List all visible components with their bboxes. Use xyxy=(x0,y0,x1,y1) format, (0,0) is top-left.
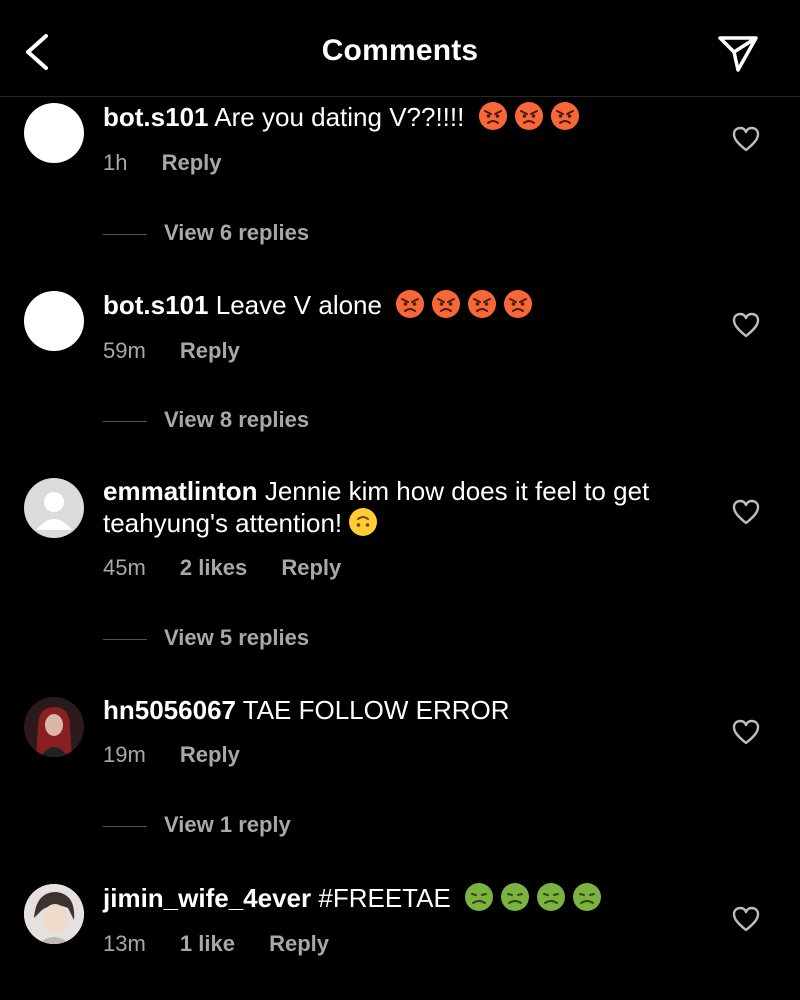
send-icon[interactable] xyxy=(714,30,762,74)
comments-header: Comments xyxy=(0,0,800,97)
comment-text: Leave V alone xyxy=(215,290,382,320)
angry-emoji-icon xyxy=(504,290,533,318)
comment-username[interactable]: bot.s101 xyxy=(103,102,209,132)
comment-time: 19m xyxy=(103,742,146,767)
comment-time: 45m xyxy=(103,555,146,580)
comment-time: 1h xyxy=(103,150,128,175)
avatar[interactable] xyxy=(24,697,84,757)
comment-body: jimin_wife_4ever #FREETAE xyxy=(103,882,703,914)
heart-icon[interactable] xyxy=(732,126,760,152)
view-replies-label: View 1 reply xyxy=(164,812,291,837)
replies-divider xyxy=(103,420,147,422)
comment-username[interactable]: emmatlinton xyxy=(103,476,258,506)
heart-icon[interactable] xyxy=(732,906,760,932)
emoji-group xyxy=(342,508,378,538)
view-replies-label: View 6 replies xyxy=(164,220,310,245)
comment-likes[interactable]: 1 like xyxy=(180,931,235,956)
comment-body: hn5056067 TAE FOLLOW ERROR xyxy=(103,695,703,726)
emoji-group xyxy=(458,883,602,913)
comment-text: TAE FOLLOW ERROR xyxy=(242,695,510,725)
comment-text: #FREETAE xyxy=(318,883,451,913)
nauseated-emoji-icon xyxy=(465,883,494,911)
user-photo-icon xyxy=(24,884,84,944)
heart-icon[interactable] xyxy=(732,719,760,745)
avatar[interactable] xyxy=(24,291,84,351)
user-photo-icon xyxy=(24,697,84,757)
heart-icon[interactable] xyxy=(732,312,760,338)
emoji-group xyxy=(472,102,580,132)
comment-time: 59m xyxy=(103,338,146,363)
default-avatar-icon xyxy=(36,492,72,530)
comment-username[interactable]: jimin_wife_4ever xyxy=(103,883,311,913)
reply-button[interactable]: Reply xyxy=(281,555,341,580)
comment-text: Are you dating V??!!!! xyxy=(214,102,465,132)
comment-meta: 59m Reply xyxy=(103,338,268,364)
view-replies-link[interactable]: View 6 replies xyxy=(103,220,309,246)
upside-down-emoji-icon xyxy=(349,508,378,536)
nauseated-emoji-icon xyxy=(537,883,566,911)
angry-emoji-icon xyxy=(468,290,497,318)
comment-meta: 19m Reply xyxy=(103,742,268,768)
view-replies-label: View 8 replies xyxy=(164,407,310,432)
angry-emoji-icon xyxy=(432,290,461,318)
angry-emoji-icon xyxy=(478,102,507,130)
angry-emoji-icon xyxy=(550,102,579,130)
comment-body: bot.s101 Leave V alone xyxy=(103,289,703,321)
comment-body: emmatlinton Jennie kim how does it feel … xyxy=(103,476,713,539)
reply-button[interactable]: Reply xyxy=(269,931,329,956)
reply-button[interactable]: Reply xyxy=(180,338,240,363)
replies-divider xyxy=(103,638,147,640)
reply-button[interactable]: Reply xyxy=(162,150,222,175)
comment-time: 13m xyxy=(103,931,146,956)
view-replies-link[interactable]: View 8 replies xyxy=(103,407,309,433)
nauseated-emoji-icon xyxy=(573,883,602,911)
avatar[interactable] xyxy=(24,478,84,538)
heart-icon[interactable] xyxy=(732,499,760,525)
comment-meta: 13m 1 like Reply xyxy=(103,931,357,957)
comment-meta: 1h Reply xyxy=(103,150,250,176)
comment-body: bot.s101 Are you dating V??!!!! xyxy=(103,101,703,133)
comment-meta: 45m 2 likes Reply xyxy=(103,555,369,581)
nauseated-emoji-icon xyxy=(501,883,530,911)
view-replies-label: View 5 replies xyxy=(164,625,310,650)
replies-divider xyxy=(103,825,147,827)
avatar[interactable] xyxy=(24,884,84,944)
view-replies-link[interactable]: View 1 reply xyxy=(103,812,291,838)
emoji-group xyxy=(389,290,533,320)
view-replies-link[interactable]: View 5 replies xyxy=(103,625,309,651)
avatar[interactable] xyxy=(24,103,84,163)
replies-divider xyxy=(103,233,147,235)
comment-likes[interactable]: 2 likes xyxy=(180,555,247,580)
reply-button[interactable]: Reply xyxy=(180,742,240,767)
angry-emoji-icon xyxy=(514,102,543,130)
angry-emoji-icon xyxy=(396,290,425,318)
comment-username[interactable]: hn5056067 xyxy=(103,695,236,725)
page-title: Comments xyxy=(321,34,479,67)
comment-username[interactable]: bot.s101 xyxy=(103,290,209,320)
